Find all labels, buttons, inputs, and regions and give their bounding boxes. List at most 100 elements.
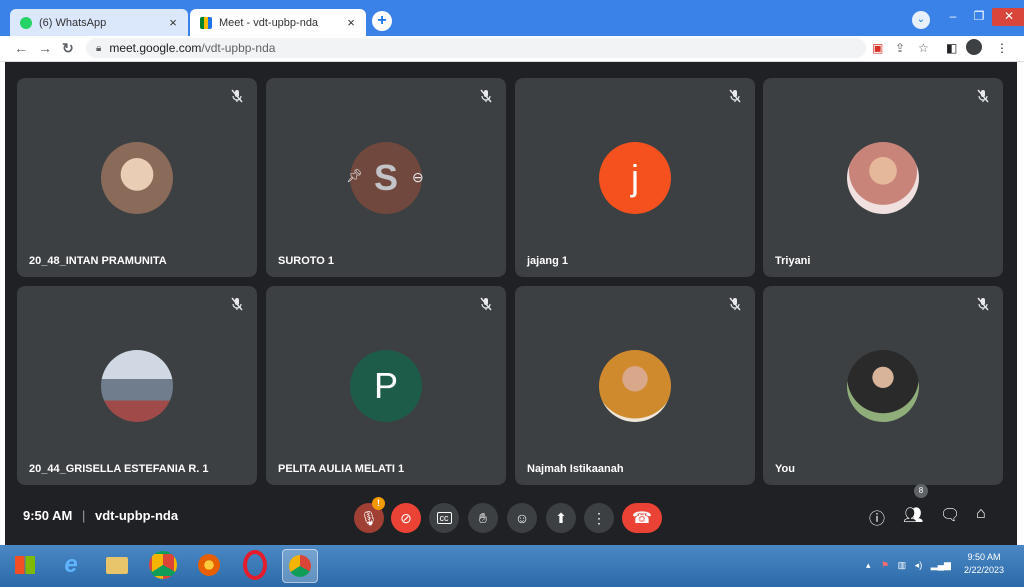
present-screen-button[interactable]: ⬆ <box>546 503 576 533</box>
participant-name: SUROTO 1 <box>278 255 335 267</box>
people-count-badge: 8 <box>914 484 928 498</box>
browser-tab-strip: (6) WhatsApp × Meet - vdt-upbp-nda × + ⌄… <box>0 0 1024 36</box>
reactions-button[interactable]: ☺ <box>507 503 537 533</box>
camera-off-icon: ⊘ <box>400 509 412 526</box>
participant-name: PELITA AULIA MELATI 1 <box>278 463 405 475</box>
windows-logo-icon <box>15 556 35 574</box>
avatar-letter: S <box>373 157 398 198</box>
meeting-control-bar: 9:50 AM | vdt-upbp-nda 🎙︎ ! ⊘ cc ✋︎ ☺ ⬆ … <box>5 484 1017 545</box>
chrome-taskbar[interactable] <box>146 549 180 581</box>
participant-avatar: j <box>599 142 671 214</box>
participant-tile[interactable]: Najmah Istikaanah <box>515 286 755 485</box>
opera-taskbar[interactable] <box>238 549 272 581</box>
participant-tile[interactable]: P PELITA AULIA MELATI 1 <box>266 286 506 485</box>
opera-icon <box>243 550 267 580</box>
blocked-popup-icon[interactable]: ▣ <box>872 41 883 55</box>
file-explorer-taskbar[interactable] <box>100 549 134 581</box>
participant-photo <box>847 142 919 214</box>
participant-name: You <box>775 463 795 475</box>
participant-tile[interactable]: 20_44_GRISELLA ESTEFANIA R. 1 <box>17 286 257 485</box>
firefox-icon <box>198 554 220 576</box>
more-options-button[interactable]: ⋮ <box>584 503 614 533</box>
mic-off-icon <box>729 89 741 103</box>
participant-tile[interactable]: j jajang 1 <box>515 78 755 277</box>
mic-off-icon <box>231 297 243 311</box>
sidepanel-icon[interactable]: ◧ <box>946 41 957 55</box>
participant-name: Najmah Istikaanah <box>527 463 624 475</box>
participant-photo <box>101 350 173 422</box>
close-tab-button[interactable]: × <box>166 15 180 30</box>
url-path: /vdt-upbp-nda <box>201 41 276 55</box>
captions-icon: cc <box>436 512 452 524</box>
security-flag-icon[interactable]: ⚑ <box>881 560 889 570</box>
bookmark-star-icon[interactable]: ☆ <box>918 41 929 55</box>
more-menu-icon[interactable]: ⋮ <box>996 41 1008 55</box>
pin-icon[interactable]: 📌︎ <box>346 168 363 184</box>
share-icon[interactable]: ⇪ <box>895 41 905 55</box>
hand-icon: ✋︎ <box>479 509 487 526</box>
close-window-button[interactable]: ✕ <box>992 8 1024 26</box>
meet-stage: 20_48_INTAN PRAMUNITA S 📌︎ ⊖ SUROTO 1 j … <box>5 62 1017 545</box>
activities-icon[interactable]: ⌂ <box>976 505 986 523</box>
restore-button[interactable]: ❐ <box>966 8 992 26</box>
internet-explorer-taskbar[interactable]: e <box>54 549 88 581</box>
info-icon[interactable]: ⓘ <box>869 505 885 529</box>
minimize-button[interactable]: – <box>940 8 966 26</box>
people-icon[interactable]: 👥︎ <box>903 505 923 525</box>
leave-call-button[interactable]: ☎︎ <box>622 503 662 533</box>
participant-tile[interactable]: 20_48_INTAN PRAMUNITA <box>17 78 257 277</box>
participant-photo <box>847 350 919 422</box>
mic-off-icon <box>729 297 741 311</box>
captions-button[interactable]: cc <box>429 503 459 533</box>
present-icon: ⬆ <box>555 509 567 526</box>
chrome-active-taskbar[interactable] <box>282 549 318 583</box>
volume-icon[interactable]: ◂) <box>915 560 923 570</box>
start-button[interactable] <box>8 549 42 581</box>
participant-photo <box>599 350 671 422</box>
network-signal-icon[interactable]: ▂▄▆ <box>931 560 951 570</box>
camera-toggle-button[interactable]: ⊘ <box>391 503 421 533</box>
mic-off-icon <box>480 297 492 311</box>
separator: | <box>82 508 86 523</box>
address-bar[interactable]: 🔒︎ meet.google.com/vdt-upbp-nda <box>86 38 866 58</box>
participant-tile[interactable]: Triyani <box>763 78 1003 277</box>
new-tab-button[interactable]: + <box>372 11 392 31</box>
remove-icon[interactable]: ⊖ <box>412 169 424 186</box>
participant-tile[interactable]: You <box>763 286 1003 485</box>
chrome-icon <box>289 555 311 577</box>
close-tab-button[interactable]: × <box>344 15 358 30</box>
show-hidden-icons[interactable]: ▴ <box>866 560 871 570</box>
participant-name: 20_44_GRISELLA ESTEFANIA R. 1 <box>29 463 209 475</box>
hangup-icon: ☎︎ <box>632 510 652 527</box>
meeting-time: 9:50 AM <box>23 508 73 523</box>
lock-icon: 🔒︎ <box>96 42 102 54</box>
meeting-info: 9:50 AM | vdt-upbp-nda <box>23 508 178 523</box>
tab-label: (6) WhatsApp <box>39 16 107 29</box>
back-icon[interactable]: ← <box>14 40 28 56</box>
google-meet-icon <box>200 16 212 29</box>
tab-meet[interactable]: Meet - vdt-upbp-nda × <box>190 9 366 36</box>
tab-search-icon[interactable]: ⌄ <box>912 11 930 29</box>
reload-icon[interactable]: ↻ <box>62 40 74 57</box>
forward-icon[interactable]: → <box>38 40 52 56</box>
mic-off-icon <box>231 89 243 103</box>
browser-toolbar: ← → ↻ 🔒︎ meet.google.com/vdt-upbp-nda ▣ … <box>0 36 1024 62</box>
whatsapp-icon <box>20 16 32 29</box>
avatar-letter: P <box>373 365 398 406</box>
tab-whatsapp[interactable]: (6) WhatsApp × <box>10 9 188 36</box>
clock-time: 9:50 AM <box>967 552 1001 562</box>
firefox-taskbar[interactable] <box>192 549 226 581</box>
mic-off-icon: 🎙︎ <box>360 509 378 526</box>
avatar-letter: j <box>631 157 639 198</box>
clock-date: 2/22/2023 <box>963 565 1004 575</box>
raise-hand-button[interactable]: ✋︎ <box>468 503 498 533</box>
chat-icon[interactable]: 🗨︎ <box>940 505 960 525</box>
display-icon[interactable]: ▥ <box>898 560 907 570</box>
participant-name: 20_48_INTAN PRAMUNITA <box>29 255 167 267</box>
emoji-icon: ☺ <box>514 510 530 526</box>
participant-photo <box>101 142 173 214</box>
profile-avatar[interactable] <box>966 39 982 55</box>
participant-name: jajang 1 <box>527 255 568 267</box>
participant-tile[interactable]: S 📌︎ ⊖ SUROTO 1 <box>266 78 506 277</box>
taskbar-clock[interactable]: 9:50 AM 2/22/2023 <box>964 551 1004 577</box>
